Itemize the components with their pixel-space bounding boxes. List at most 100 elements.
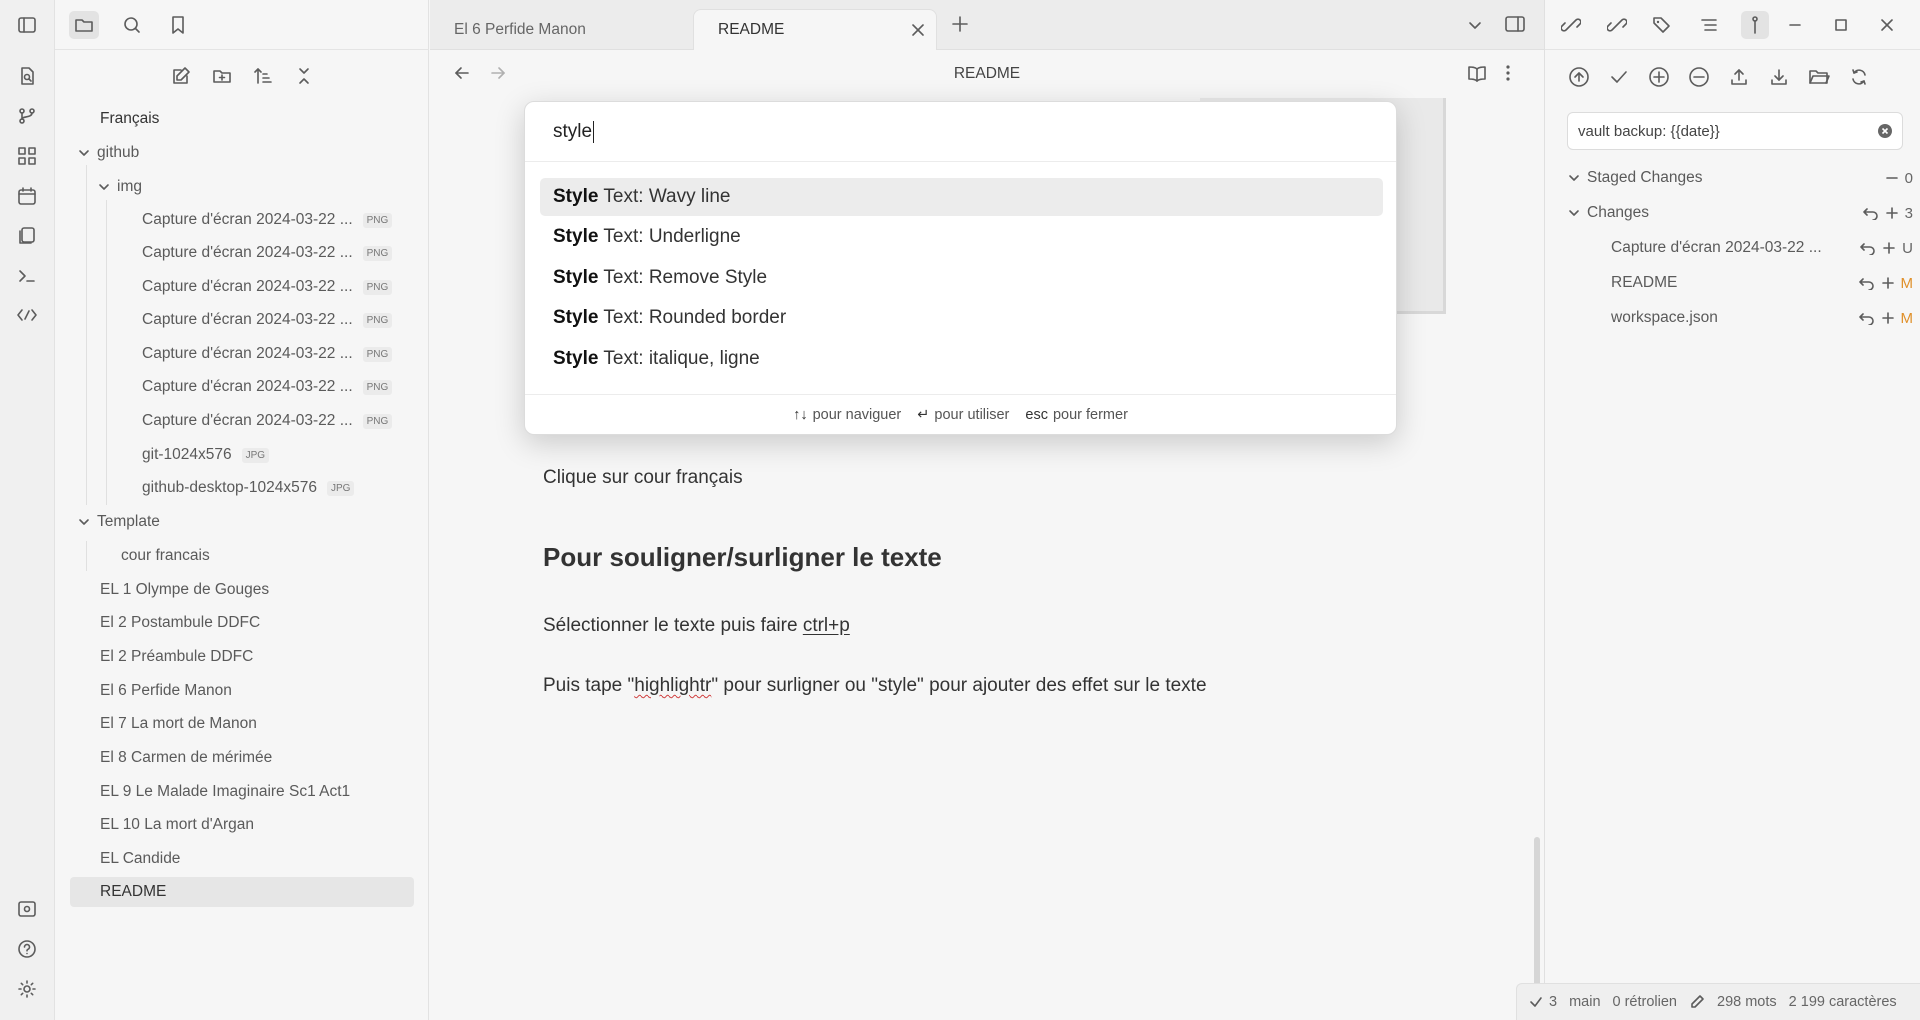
discard-icon[interactable] bbox=[1862, 206, 1879, 220]
quick-switcher-icon[interactable] bbox=[14, 63, 40, 89]
tree-file[interactable]: EL 1 Olympe de Gouges bbox=[100, 575, 269, 605]
sidebar-toggle-icon[interactable] bbox=[14, 12, 40, 38]
file-type-badge: PNG bbox=[362, 245, 393, 261]
staged-changes-header[interactable]: Staged Changes 0 bbox=[1567, 164, 1920, 192]
more-options-icon[interactable] bbox=[1504, 63, 1512, 83]
discard-icon[interactable] bbox=[1858, 311, 1875, 325]
tree-file[interactable]: Capture d'écran 2024-03-22 ... PNG bbox=[142, 406, 393, 436]
unstage-icon[interactable] bbox=[1885, 171, 1899, 185]
right-sidebar-toggle-icon[interactable] bbox=[1504, 14, 1526, 34]
tree-file[interactable]: El 2 Postambule DDFC bbox=[100, 608, 260, 638]
search-icon[interactable] bbox=[117, 11, 147, 39]
command-search-input[interactable]: style bbox=[525, 102, 1396, 162]
tree-file[interactable]: git-1024x576 JPG bbox=[142, 440, 270, 470]
tree-file[interactable]: Capture d'écran 2024-03-22 ... PNG bbox=[142, 305, 393, 335]
file-type-badge: PNG bbox=[362, 346, 393, 362]
git-branch[interactable]: main bbox=[1569, 994, 1600, 1010]
tab-el6[interactable]: El 6 Perfide Manon bbox=[430, 9, 692, 50]
discard-icon[interactable] bbox=[1860, 241, 1876, 255]
folder-icon[interactable] bbox=[69, 11, 99, 39]
code-icon[interactable] bbox=[14, 302, 40, 328]
tree-file-selected[interactable]: README bbox=[70, 877, 414, 907]
collapse-all-icon[interactable] bbox=[290, 62, 318, 90]
maximize-icon[interactable] bbox=[1827, 11, 1855, 39]
outgoing-links-icon[interactable] bbox=[1603, 11, 1631, 39]
download-icon[interactable] bbox=[1765, 63, 1793, 91]
changes-header[interactable]: Changes 3 bbox=[1567, 199, 1920, 227]
tab-readme[interactable]: README bbox=[693, 9, 937, 50]
sort-icon[interactable] bbox=[249, 62, 277, 90]
help-icon[interactable] bbox=[14, 936, 40, 962]
push-icon[interactable] bbox=[1565, 63, 1593, 91]
changed-file[interactable]: workspace.json M bbox=[1589, 304, 1920, 332]
tree-file[interactable]: Capture d'écran 2024-03-22 ... PNG bbox=[142, 238, 393, 268]
tree-folder-github[interactable]: github bbox=[77, 138, 139, 168]
settings-icon[interactable] bbox=[14, 976, 40, 1002]
commit-message-input[interactable]: vault backup: {{date}} bbox=[1567, 112, 1903, 150]
suggestion-item[interactable]: Style Text: Rounded border bbox=[540, 299, 1383, 337]
refresh-icon[interactable] bbox=[1845, 63, 1873, 91]
chevron-down-icon[interactable] bbox=[1466, 16, 1484, 34]
clear-icon[interactable] bbox=[1877, 123, 1893, 139]
tree-file[interactable]: El 6 Perfide Manon bbox=[100, 676, 232, 706]
git-changes-count[interactable]: 3 bbox=[1549, 994, 1557, 1010]
templates-icon[interactable] bbox=[14, 223, 40, 249]
file-type-badge: JPG bbox=[326, 480, 355, 496]
unstage-all-icon[interactable] bbox=[1685, 63, 1713, 91]
new-note-icon[interactable] bbox=[167, 62, 195, 90]
outline-icon[interactable] bbox=[1695, 11, 1723, 39]
tree-file[interactable]: Capture d'écran 2024-03-22 ... PNG bbox=[142, 339, 393, 369]
reading-view-icon[interactable] bbox=[1467, 63, 1487, 83]
stage-icon[interactable] bbox=[1882, 241, 1896, 255]
daily-note-icon[interactable] bbox=[14, 183, 40, 209]
commit-icon[interactable] bbox=[1605, 63, 1633, 91]
minimize-icon[interactable] bbox=[1781, 11, 1809, 39]
vault-switch-icon[interactable] bbox=[14, 896, 40, 922]
changed-file[interactable]: Capture d'écran 2024-03-22 ... U bbox=[1589, 234, 1920, 262]
backlinks-icon[interactable] bbox=[1557, 11, 1585, 39]
file-type-badge: PNG bbox=[362, 379, 393, 395]
tree-folder-img[interactable]: img bbox=[97, 172, 142, 202]
tree-file[interactable]: El 2 Préambule DDFC bbox=[100, 642, 253, 672]
tree-file[interactable]: El 8 Carmen de mérimée bbox=[100, 743, 272, 773]
new-tab-icon[interactable] bbox=[950, 14, 970, 34]
tree-file[interactable]: Capture d'écran 2024-03-22 ... PNG bbox=[142, 205, 393, 235]
stage-icon[interactable] bbox=[1881, 276, 1895, 290]
suggestion-item[interactable]: Style Text: italique, ligne bbox=[540, 340, 1383, 378]
vault-root[interactable]: Français bbox=[100, 104, 159, 134]
tree-file[interactable]: Capture d'écran 2024-03-22 ... PNG bbox=[142, 372, 393, 402]
new-folder-icon[interactable] bbox=[208, 62, 236, 90]
terminal-icon[interactable] bbox=[14, 263, 40, 289]
stage-icon[interactable] bbox=[1881, 311, 1895, 325]
file-type-badge: PNG bbox=[362, 279, 393, 295]
upload-icon[interactable] bbox=[1725, 63, 1753, 91]
tree-file[interactable]: EL 9 Le Malade Imaginaire Sc1 Act1 bbox=[100, 777, 350, 807]
graph-icon[interactable] bbox=[14, 103, 40, 129]
tree-file[interactable]: El 7 La mort de Manon bbox=[100, 709, 257, 739]
tree-file[interactable]: github-desktop-1024x576 JPG bbox=[142, 473, 355, 503]
open-folder-icon[interactable] bbox=[1805, 63, 1833, 91]
suggestion-item[interactable]: Style Text: Remove Style bbox=[540, 259, 1383, 297]
tree-file[interactable]: EL 10 La mort d'Argan bbox=[100, 810, 254, 840]
canvas-icon[interactable] bbox=[14, 143, 40, 169]
pencil-icon[interactable] bbox=[1689, 994, 1705, 1010]
tree-file[interactable]: EL Candide bbox=[100, 844, 180, 874]
file-type-badge: PNG bbox=[362, 212, 393, 228]
suggestion-item[interactable]: Style Text: Wavy line bbox=[540, 178, 1383, 216]
git-icon[interactable] bbox=[1741, 11, 1769, 39]
discard-icon[interactable] bbox=[1858, 276, 1875, 290]
suggestion-item[interactable]: Style Text: Underligne bbox=[540, 218, 1383, 256]
changed-file[interactable]: README M bbox=[1589, 269, 1920, 297]
tree-file[interactable]: Capture d'écran 2024-03-22 ... PNG bbox=[142, 272, 393, 302]
backlinks-count[interactable]: 0 rétrolien bbox=[1613, 994, 1677, 1010]
bookmark-icon[interactable] bbox=[163, 11, 193, 39]
close-icon[interactable] bbox=[910, 22, 926, 38]
stage-icon[interactable] bbox=[1885, 206, 1899, 220]
file-type-badge: JPG bbox=[241, 447, 270, 463]
tree-guide bbox=[86, 541, 87, 571]
tags-icon[interactable] bbox=[1649, 11, 1677, 39]
tree-file[interactable]: cour francais bbox=[121, 541, 210, 571]
tree-folder-template[interactable]: Template bbox=[77, 507, 160, 537]
window-close-icon[interactable] bbox=[1873, 11, 1901, 39]
stage-all-icon[interactable] bbox=[1645, 63, 1673, 91]
